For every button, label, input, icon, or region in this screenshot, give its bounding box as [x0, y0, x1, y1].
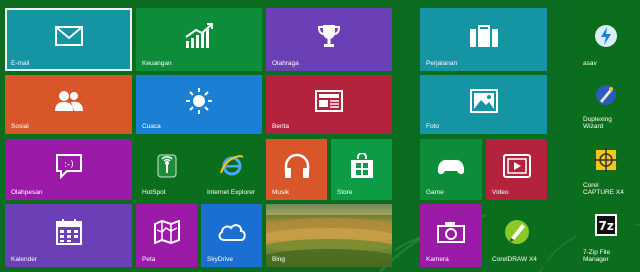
- store-icon: [350, 152, 374, 179]
- tile-corel-capture[interactable]: Corel CAPTURE X4: [577, 139, 635, 200]
- corel-capture-icon: [593, 147, 619, 173]
- tile-skydrive[interactable]: SkyDrive: [201, 204, 262, 267]
- tile-hotspot[interactable]: HotSpot: [136, 139, 197, 200]
- coreldraw-icon: [504, 219, 530, 245]
- tile-label: Kalender: [11, 256, 38, 263]
- chart-icon: [184, 22, 214, 49]
- tile-label: E-mail: [11, 60, 30, 67]
- tile-label: Bing: [272, 256, 286, 263]
- tile-label: SkyDrive: [207, 256, 234, 263]
- tile-music[interactable]: Musik: [266, 139, 327, 200]
- tile-games[interactable]: Game: [420, 139, 482, 200]
- camera-icon: [437, 221, 465, 243]
- map-icon: [153, 219, 180, 244]
- chat-icon: :-): [55, 153, 83, 179]
- tile-maps[interactable]: Peta: [136, 204, 197, 267]
- tile-label: Musik: [272, 189, 289, 196]
- video-icon: [502, 153, 531, 178]
- tile-label: Olahpesan: [11, 189, 43, 196]
- asav-icon: [594, 24, 618, 48]
- tile-label: CorelDRAW X4: [492, 256, 537, 263]
- ie-icon: [219, 153, 245, 179]
- tile-video[interactable]: Video: [486, 139, 547, 200]
- newspaper-icon: [315, 89, 343, 112]
- tile-label: asav: [583, 60, 597, 67]
- tile-messaging[interactable]: :-) Olahpesan: [5, 139, 132, 200]
- tile-label: Perjalanan: [426, 60, 458, 67]
- mail-icon: [54, 25, 83, 46]
- svg-text::-): :-): [64, 160, 74, 170]
- tile-social[interactable]: Sosial: [5, 75, 132, 134]
- tile-sports[interactable]: Olahraga: [266, 8, 392, 71]
- tile-label: Kamera: [426, 256, 449, 263]
- tile-label: Game: [426, 189, 444, 196]
- wizard-icon: [594, 83, 618, 107]
- tile-store[interactable]: Store: [331, 139, 392, 200]
- tile-travel[interactable]: Perjalanan: [420, 8, 547, 71]
- tile-news[interactable]: Berita: [266, 75, 392, 134]
- tile-label: Cuaca: [142, 123, 161, 130]
- headphones-icon: [283, 153, 311, 179]
- tile-calendar[interactable]: Kalender: [5, 204, 132, 267]
- svg-text:7z: 7z: [599, 219, 614, 233]
- tile-label: HotSpot: [142, 189, 166, 196]
- tile-label: Keuangan: [142, 60, 172, 67]
- calendar-icon: [55, 218, 82, 245]
- tile-label: Store: [337, 189, 353, 196]
- cloud-icon: [217, 222, 247, 242]
- tile-label: Duplexing Wizard: [583, 116, 612, 130]
- tile-label: Foto: [426, 123, 440, 130]
- tile-coreldraw[interactable]: CorelDRAW X4: [486, 204, 547, 267]
- tile-label: Peta: [142, 256, 156, 263]
- trophy-icon: [316, 23, 342, 49]
- tile-label: Sosial: [11, 123, 29, 130]
- tile-asav[interactable]: asav: [577, 8, 635, 71]
- tile-weather[interactable]: Cuaca: [136, 75, 262, 134]
- tile-label: Corel CAPTURE X4: [583, 182, 624, 196]
- tile-label: Berita: [272, 123, 289, 130]
- suitcase-icon: [469, 24, 499, 48]
- sun-icon: [185, 87, 213, 115]
- tile-internet-explorer[interactable]: Internet Explorer: [201, 139, 262, 200]
- hotspot-icon: [156, 153, 178, 179]
- gamepad-icon: [436, 156, 466, 176]
- photo-icon: [469, 88, 498, 113]
- tile-7zip[interactable]: 7z 7-Zip File Manager: [577, 204, 635, 267]
- tile-duplexing-wizard[interactable]: Duplexing Wizard: [577, 75, 635, 134]
- tile-photos[interactable]: Foto: [420, 75, 547, 134]
- tile-label: Video: [492, 189, 509, 196]
- tile-label: 7-Zip File Manager: [583, 249, 611, 263]
- tile-finance[interactable]: Keuangan: [136, 8, 262, 71]
- tile-label: Olahraga: [272, 60, 299, 67]
- 7zip-icon: 7z: [594, 213, 618, 237]
- tile-camera[interactable]: Kamera: [420, 204, 482, 267]
- people-icon: [54, 90, 84, 112]
- tile-bing[interactable]: Bing: [266, 204, 392, 267]
- tile-email[interactable]: E-mail: [5, 8, 132, 71]
- tile-label: Internet Explorer: [207, 189, 256, 196]
